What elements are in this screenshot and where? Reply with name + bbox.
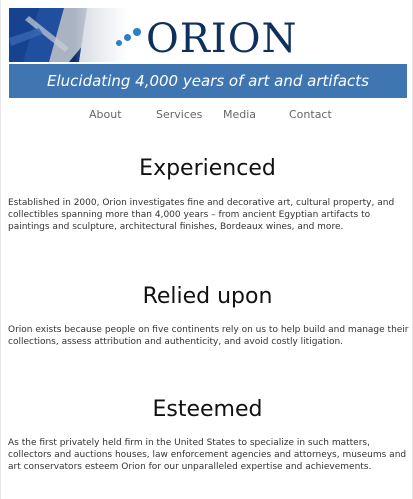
nav-link-contact[interactable]: Contact — [289, 108, 332, 121]
three-dots-logo-mark-icon — [112, 24, 142, 54]
section-text-relied-upon: Orion exists because people on five cont… — [8, 325, 409, 347]
section-heading-relied-upon: Relied upon — [142, 284, 273, 309]
section-heading-esteemed: Esteemed — [152, 397, 263, 422]
section-text-experienced: Established in 2000, Orion investigates … — [8, 198, 395, 232]
header-artwork-image — [9, 8, 127, 62]
section-text-esteemed: As the first privately held firm in the … — [8, 438, 407, 472]
tagline-bar: Elucidating 4,000 years of art and artif… — [9, 64, 407, 98]
orion-logo[interactable]: ORION — [112, 16, 298, 62]
section-heading-experienced: Experienced — [139, 156, 276, 181]
nav-link-media[interactable]: Media — [223, 108, 256, 121]
nav-link-about[interactable]: About — [89, 108, 122, 121]
logo-wordmark: ORION — [146, 16, 298, 62]
site-header: ORION — [9, 8, 407, 62]
page: ORION Elucidating 4,000 years of art and… — [0, 0, 413, 499]
nav-link-services[interactable]: Services — [156, 108, 202, 121]
main-navigation: About Services Media Contact — [1, 108, 413, 126]
